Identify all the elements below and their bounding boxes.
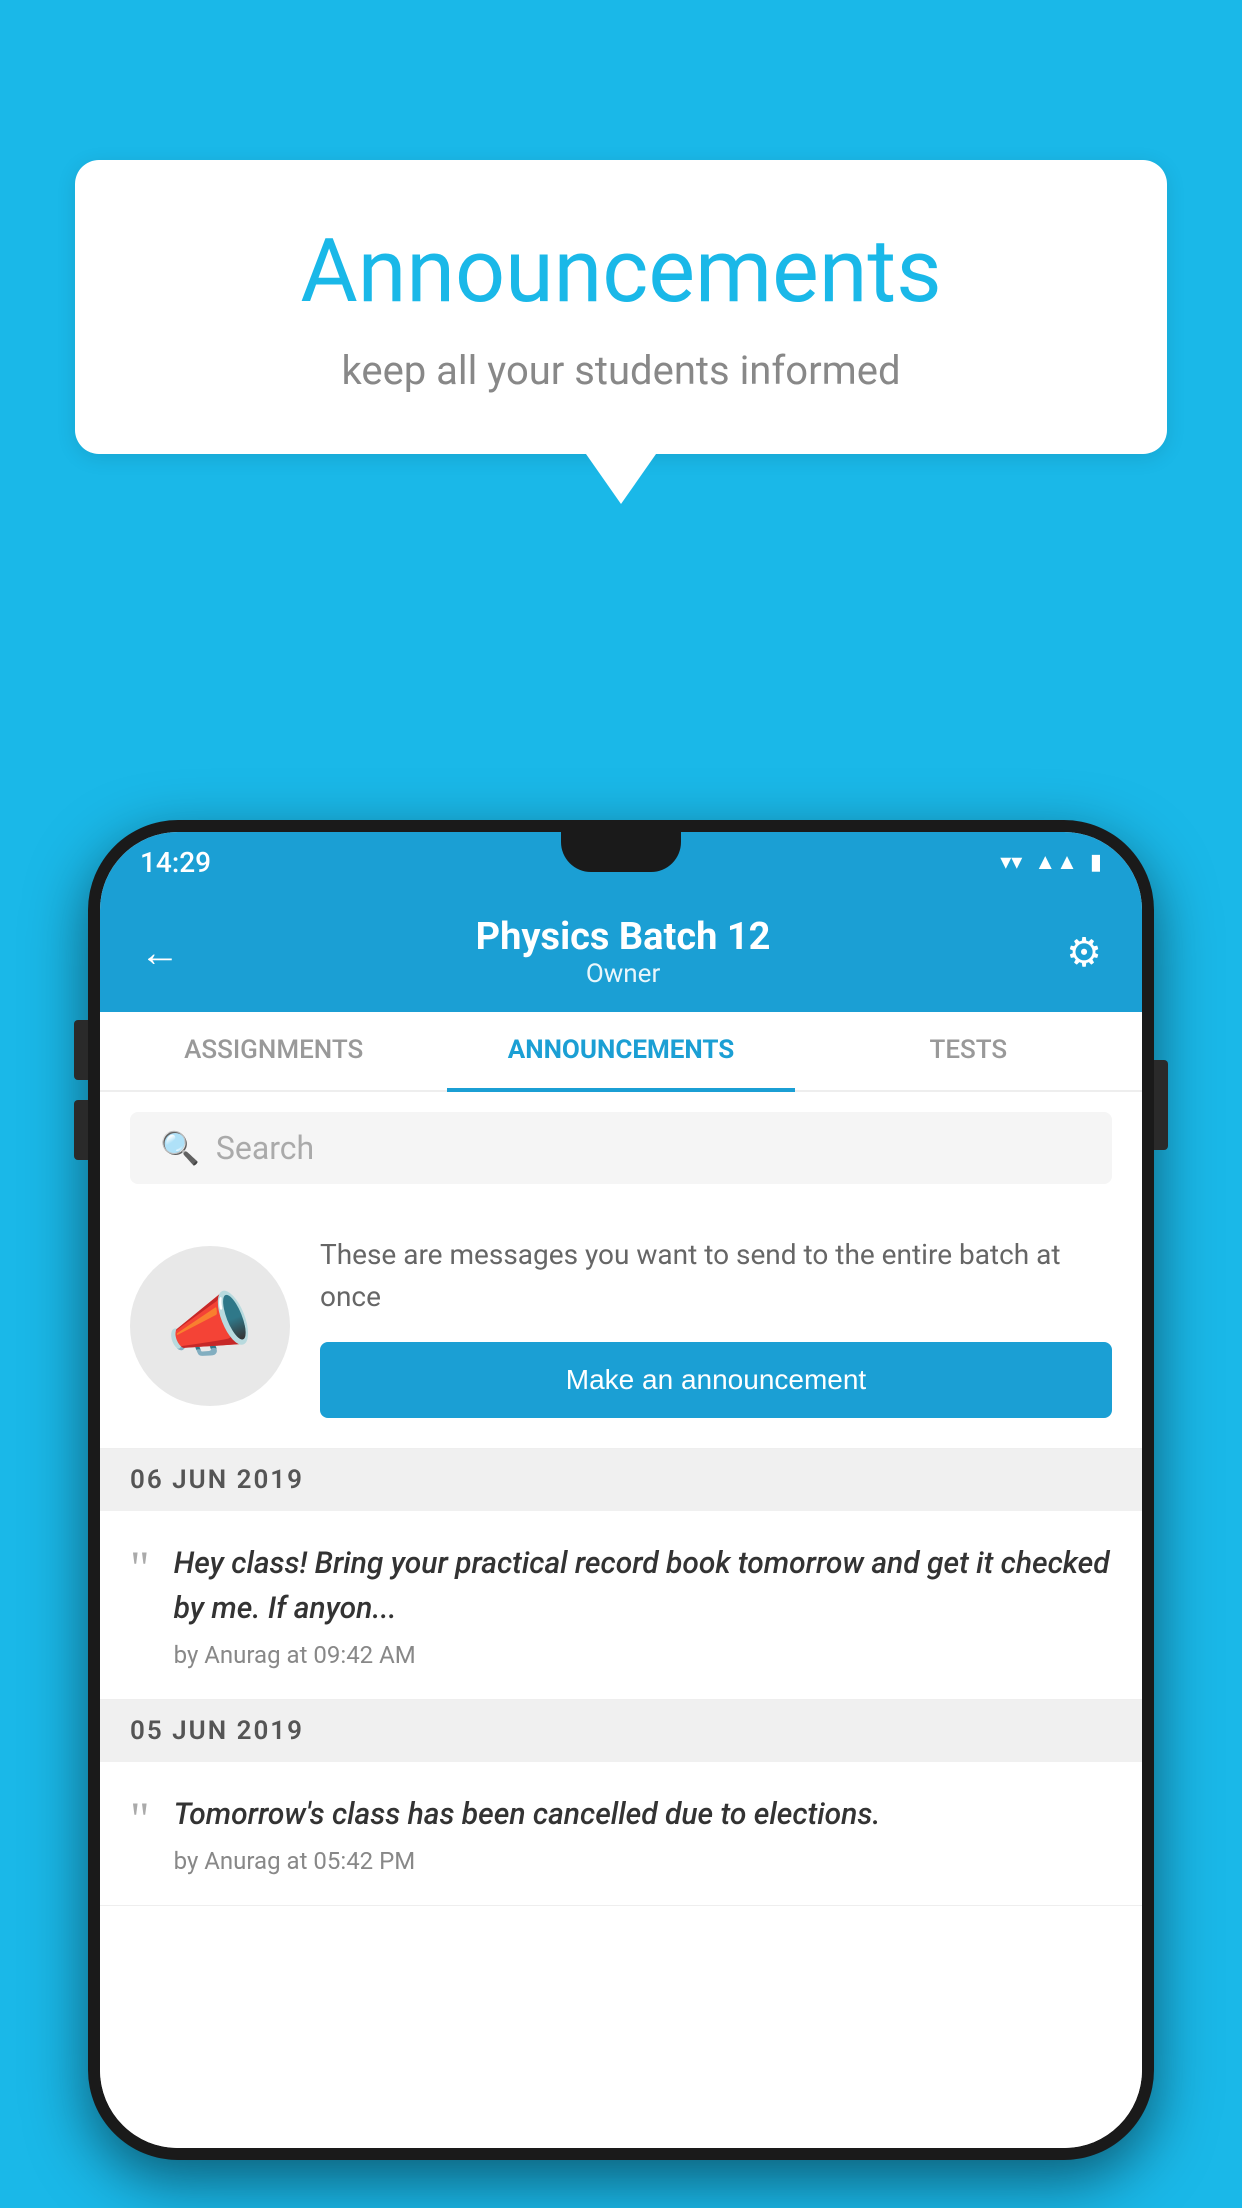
announcement-meta-1: by Anurag at 09:42 AM <box>174 1641 1112 1669</box>
make-announcement-button[interactable]: Make an announcement <box>320 1342 1112 1418</box>
header-center: Physics Batch 12 Owner <box>476 915 771 989</box>
status-icons: ▾▾ ▲▲ ▮ <box>1000 849 1102 875</box>
tab-announcements[interactable]: ANNOUNCEMENTS <box>447 1012 794 1092</box>
status-time: 14:29 <box>140 846 211 879</box>
phone-container: 14:29 ▾▾ ▲▲ ▮ ← Physics Batch 12 Owner ⚙… <box>88 820 1154 2208</box>
announcement-content-2: Tomorrow's class has been cancelled due … <box>174 1792 1112 1875</box>
date-divider-1: 06 JUN 2019 <box>100 1449 1142 1511</box>
speech-bubble-tail <box>586 454 656 504</box>
date-divider-2: 05 JUN 2019 <box>100 1700 1142 1762</box>
tab-tests[interactable]: TESTS <box>795 1012 1142 1092</box>
wifi-icon: ▾▾ <box>1000 850 1022 875</box>
settings-icon[interactable]: ⚙ <box>1066 929 1102 976</box>
phone-inner: 14:29 ▾▾ ▲▲ ▮ ← Physics Batch 12 Owner ⚙… <box>100 832 1142 2148</box>
header-title: Physics Batch 12 <box>476 915 771 959</box>
announcement-item-1: " Hey class! Bring your practical record… <box>100 1511 1142 1700</box>
quote-icon-1: " <box>130 1542 150 1595</box>
announcement-content-1: Hey class! Bring your practical record b… <box>174 1541 1112 1669</box>
phone-notch <box>561 832 681 872</box>
speech-bubble-section: Announcements keep all your students inf… <box>75 160 1167 504</box>
back-button[interactable]: ← <box>140 929 180 976</box>
app-header: ← Physics Batch 12 Owner ⚙ <box>100 892 1142 1012</box>
promo-description: These are messages you want to send to t… <box>320 1234 1112 1318</box>
quote-icon-wrapper-2: " <box>130 1796 150 1844</box>
search-input[interactable]: Search <box>216 1129 314 1167</box>
content-area: 🔍 Search 📣 These are messages you want t… <box>100 1092 1142 2148</box>
signal-icon: ▲▲ <box>1034 849 1078 875</box>
announcement-item-2: " Tomorrow's class has been cancelled du… <box>100 1762 1142 1906</box>
announcement-meta-2: by Anurag at 05:42 PM <box>174 1847 1112 1875</box>
battery-icon: ▮ <box>1090 850 1102 875</box>
megaphone-icon: 📣 <box>166 1285 253 1367</box>
phone-outer: 14:29 ▾▾ ▲▲ ▮ ← Physics Batch 12 Owner ⚙… <box>88 820 1154 2160</box>
quote-icon-2: " <box>130 1793 150 1846</box>
quote-icon-wrapper-1: " <box>130 1545 150 1593</box>
volume-button-up[interactable] <box>74 1020 88 1080</box>
volume-button-down[interactable] <box>74 1100 88 1160</box>
bubble-subtitle: keep all your students informed <box>155 347 1087 394</box>
tabs-bar: ASSIGNMENTS ANNOUNCEMENTS TESTS <box>100 1012 1142 1092</box>
promo-icon-circle: 📣 <box>130 1246 290 1406</box>
announcement-text-1: Hey class! Bring your practical record b… <box>174 1541 1112 1631</box>
announcement-text-2: Tomorrow's class has been cancelled due … <box>174 1792 1112 1837</box>
promo-content: These are messages you want to send to t… <box>320 1234 1112 1418</box>
bubble-title: Announcements <box>155 220 1087 323</box>
search-icon: 🔍 <box>160 1129 200 1167</box>
header-subtitle: Owner <box>476 959 771 989</box>
search-bar[interactable]: 🔍 Search <box>130 1112 1112 1184</box>
power-button[interactable] <box>1154 1060 1168 1150</box>
search-container: 🔍 Search <box>100 1092 1142 1204</box>
promo-section: 📣 These are messages you want to send to… <box>100 1204 1142 1449</box>
tab-assignments[interactable]: ASSIGNMENTS <box>100 1012 447 1092</box>
speech-bubble-card: Announcements keep all your students inf… <box>75 160 1167 454</box>
